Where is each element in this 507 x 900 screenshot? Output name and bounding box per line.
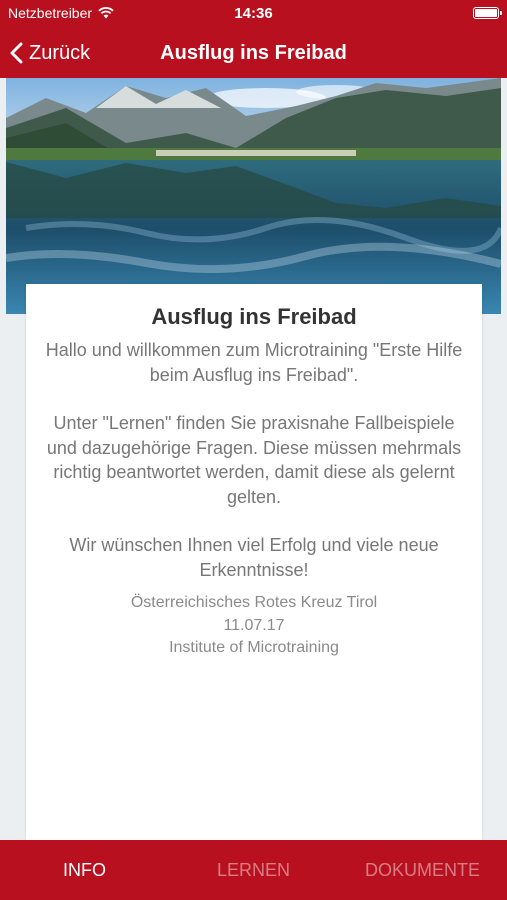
status-time: 14:36 [234, 5, 273, 22]
learn-paragraph: Unter "Lernen" finden Sie praxisnahe Fal… [46, 413, 462, 507]
welcome-paragraph: Hallo und willkommen zum Microtraining "… [45, 340, 463, 385]
tab-dokumente[interactable]: DOKUMENTE [338, 840, 507, 900]
back-label: Zurück [29, 41, 91, 64]
signature-author: Institute of Microtraining [169, 639, 339, 656]
header-image-lake [6, 78, 501, 314]
intro-card: Ausflug ins Freibad Hallo und willkommen… [26, 284, 482, 840]
tab-lernen[interactable]: LERNEN [169, 840, 338, 900]
card-title: Ausflug ins Freibad [151, 304, 357, 329]
tab-bar: INFO LERNEN DOKUMENTE [0, 840, 507, 900]
navigation-bar: Zurück Ausflug ins Freibad [0, 28, 507, 78]
wishes-paragraph: Wir wünschen Ihnen viel Erfolg und viele… [69, 535, 439, 580]
status-bar: Netzbetreiber 14:36 [0, 0, 507, 28]
signature-organization: Österreichisches Rotes Kreuz Tirol [130, 594, 378, 611]
signature-date: 11.07.17 [223, 616, 285, 634]
signature: Österreichisches Rotes Kreuz Tirol 11.07… [26, 592, 482, 660]
battery-icon [473, 7, 502, 19]
chevron-left-icon [10, 42, 23, 64]
back-button[interactable]: Zurück [10, 28, 90, 78]
tab-info[interactable]: INFO [0, 840, 169, 900]
